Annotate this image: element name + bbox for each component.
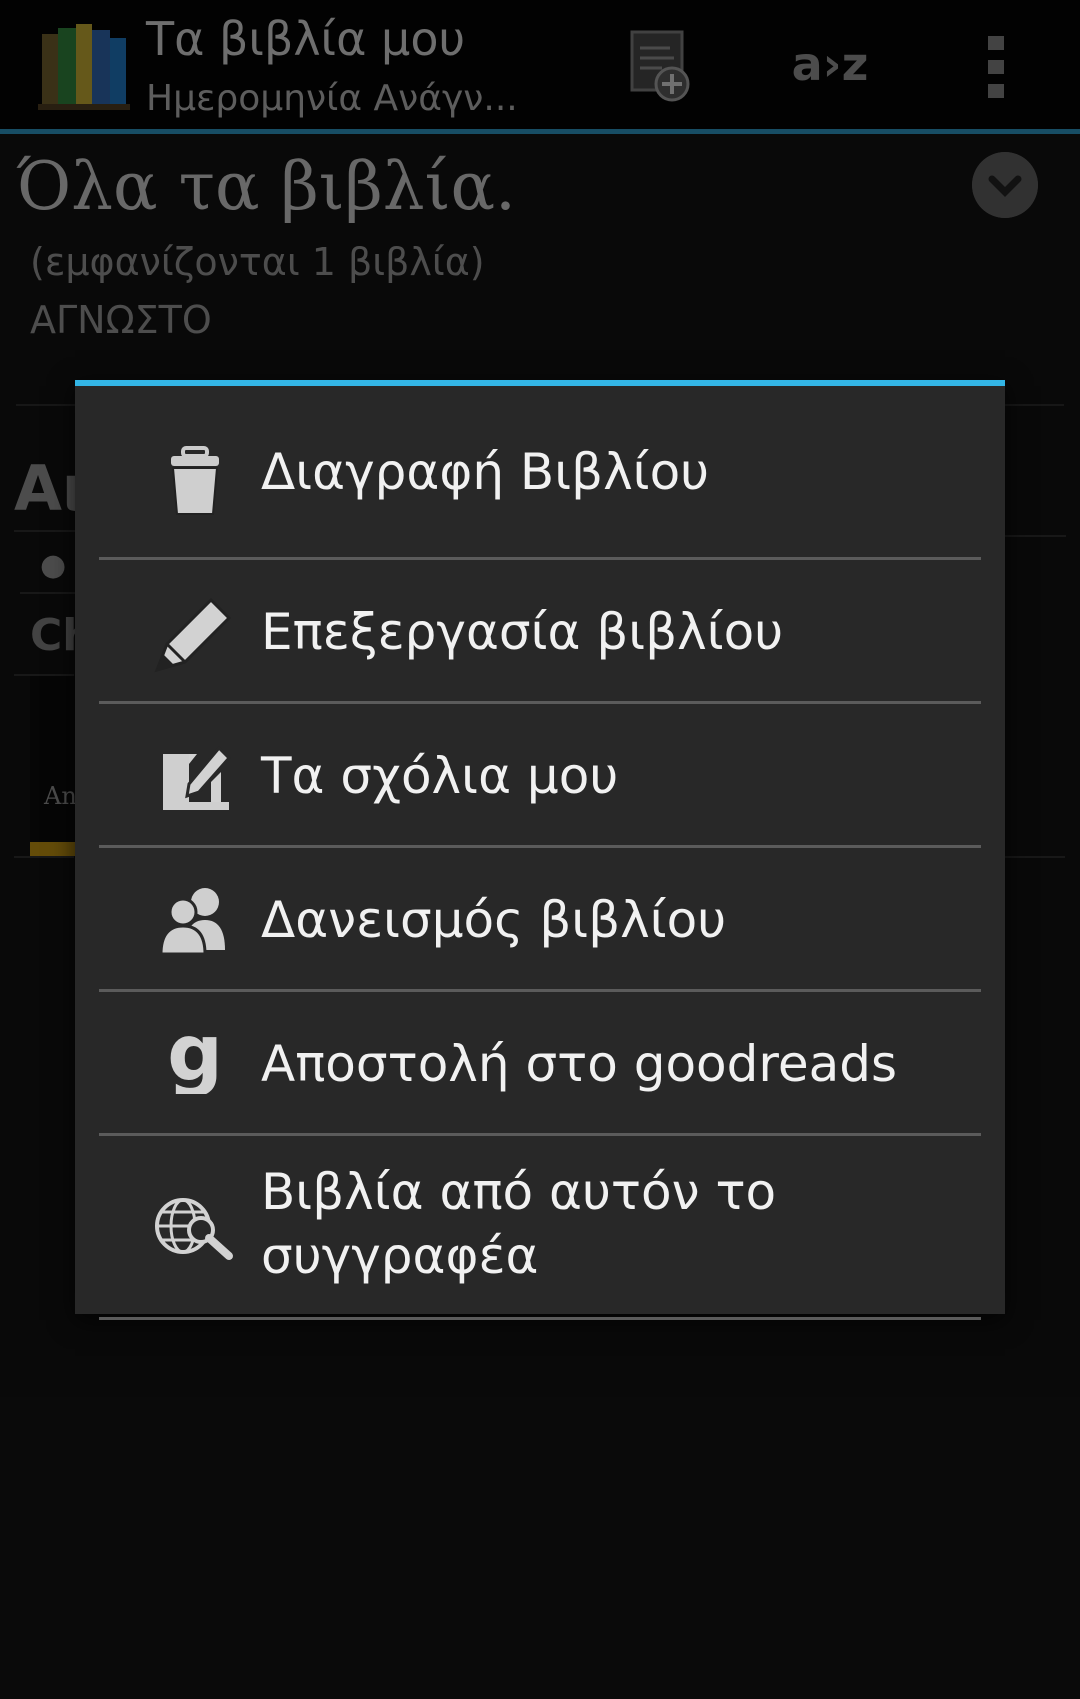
menu-item-books-by-author[interactable]: Βιβλία από αυτόν το συγγραφέα [99, 1136, 981, 1320]
people-icon [159, 888, 225, 956]
menu-item-label: Επεξεργασία βιβλίου [261, 603, 784, 661]
pencil-icon [154, 597, 232, 673]
menu-item-label: Διαγραφή Βιβλίου [261, 443, 710, 501]
menu-item-send-goodreads[interactable]: g Αποστολή στο goodreads [99, 992, 981, 1136]
svg-text:g: g [167, 1022, 223, 1094]
menu-item-my-notes[interactable]: Τα σχόλια μου [99, 704, 981, 848]
menu-item-label: Δανεισμός βιβλίου [261, 891, 727, 949]
notes-edit-icon [163, 745, 231, 810]
menu-item-delete-book[interactable]: Διαγραφή Βιβλίου [99, 386, 981, 560]
menu-item-lend-book[interactable]: Δανεισμός βιβλίου [99, 848, 981, 992]
context-menu-dialog: Διαγραφή Βιβλίου Επεξεργασία βιβλίου Τα … [75, 380, 1005, 1320]
menu-item-edit-book[interactable]: Επεξεργασία βιβλίου [99, 560, 981, 704]
web-search-icon [155, 1198, 233, 1260]
menu-item-label: Τα σχόλια μου [261, 747, 619, 805]
screen: Τα βιβλία μου Ημερομηνία Ανάγν... a›z Όλ… [0, 0, 1080, 1699]
menu-item-label-line2: συγγραφέα [261, 1227, 539, 1285]
goodreads-icon: g [167, 1022, 223, 1094]
menu-item-label-line1: Βιβλία από αυτόν το [261, 1163, 777, 1221]
trash-icon [171, 446, 219, 515]
menu-item-label: Αποστολή στο goodreads [261, 1035, 898, 1093]
